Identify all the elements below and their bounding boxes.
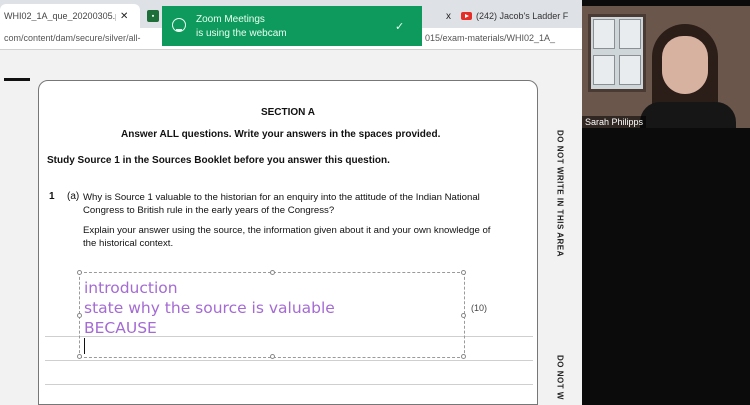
participant-body [640,102,736,128]
zoom-notification-title: Zoom Meetings [196,14,265,25]
url-text-left: com/content/dam/secure/silver/all- [4,33,141,43]
tab-pdf[interactable]: WHI02_1A_que_20200305.pdf ✕ [0,4,140,28]
participant-face [662,36,708,94]
resize-handle[interactable] [270,270,275,275]
resize-handle[interactable] [461,354,466,359]
tab-pdf-label: WHI02_1A_que_20200305.pdf [4,11,116,21]
text-cursor [84,338,85,354]
zoom-notification-subtitle: is using the webcam [196,28,287,39]
participant-video[interactable]: Sarah Philipps [582,6,750,128]
tab-youtube-label: (242) Jacob's Ladder F [476,11,569,21]
resize-handle[interactable] [77,270,82,275]
marks-label: (10) [471,303,488,313]
resize-handle[interactable] [461,313,466,318]
annotation-line: introduction [84,279,178,297]
resize-handle[interactable] [77,313,82,318]
question-text: Why is Source 1 valuable to the historia… [83,192,480,216]
tab-close-icon[interactable]: x [446,11,451,22]
margin-warning: DO NOT W [555,355,565,400]
question-part: (a) [67,191,80,202]
study-source-instruction: Study Source 1 in the Sources Booklet be… [47,155,390,166]
youtube-icon [461,12,472,20]
video-background-pane [593,55,615,85]
video-background-pane [619,55,641,85]
question-number: 1 [49,191,55,202]
video-background-pane [593,19,615,49]
resize-handle[interactable] [77,354,82,359]
annotation-text[interactable]: introduction state why the source is val… [84,278,335,338]
zoom-notification[interactable]: Zoom Meetings is using the webcam ✓ [162,6,422,46]
video-background-pane [619,19,641,49]
video-background-window [588,14,646,92]
tab-youtube[interactable]: x (242) Jacob's Ladder F [440,4,582,28]
url-text-right: 015/exam-materials/WHI02_1A_ [425,33,556,43]
tab-sheets[interactable]: ▪ [142,4,164,28]
participant-name: Sarah Philipps [582,116,647,128]
check-icon: ✓ [395,21,405,33]
answer-line [45,384,533,385]
margin-warning: DO NOT WRITE IN THIS AREA [555,130,565,257]
tab-close-icon[interactable]: ✕ [120,11,128,22]
page-separator-mark [4,78,30,81]
sheets-icon: ▪ [147,10,159,22]
video-panel: Sarah Philipps [582,0,750,405]
resize-handle[interactable] [461,270,466,275]
answer-all-instruction: Answer ALL questions. Write your answers… [121,129,441,140]
annotation-line: BECAUSE [84,319,157,337]
annotation-line: state why the source is valuable [84,299,335,317]
resize-handle[interactable] [270,354,275,359]
answer-line [45,360,533,361]
question-instruction: Explain your answer using the source, th… [83,225,491,249]
section-title: SECTION A [260,107,316,118]
webcam-icon [172,18,186,32]
